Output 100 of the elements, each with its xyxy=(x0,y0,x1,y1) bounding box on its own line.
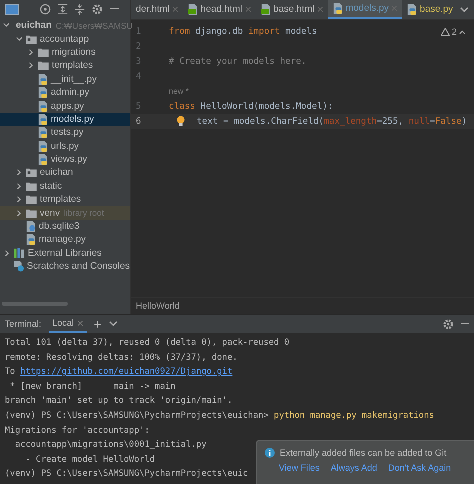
expand-all-icon[interactable] xyxy=(58,4,68,14)
lightbulb-icon[interactable] xyxy=(177,116,185,127)
folder-icon xyxy=(38,61,49,70)
path-hint: C:₩Users₩SAMSU xyxy=(56,20,133,31)
terminal-line: To https://github.com/euichan0927/Django.git xyxy=(5,366,233,380)
terminal-line: Migrations for 'accountapp': xyxy=(5,424,150,438)
panel-title: Terminal: xyxy=(5,319,42,329)
code-line: from django.db import models xyxy=(168,26,318,36)
close-icon[interactable] xyxy=(78,320,84,326)
folder-icon xyxy=(26,168,37,178)
code-line: text = models.CharField(max_length=255, null=False) xyxy=(196,116,468,126)
tree-item[interactable]: views.py xyxy=(0,152,130,166)
python-file-icon xyxy=(38,154,48,166)
terminal-line: branch 'main' set up to track 'origin/main'. xyxy=(5,395,233,408)
tree-item[interactable]: static xyxy=(0,180,130,194)
tree-item[interactable]: __init__.py xyxy=(0,72,130,86)
crosshair-icon[interactable] xyxy=(40,4,51,14)
tree-item-label: venv xyxy=(40,208,60,219)
editor-tab[interactable]: base.html xyxy=(256,0,328,19)
folder-icon xyxy=(26,34,37,44)
add-tab-button[interactable]: + xyxy=(94,316,102,332)
tree-item-label: euichan xyxy=(16,20,52,32)
code-line: class HelloWorld(models.Model): xyxy=(168,102,334,112)
terminal-line: - Create model HelloWorld xyxy=(24,454,156,467)
tree-item[interactable]: tests.py xyxy=(0,126,130,140)
tree-item[interactable]: admin.py xyxy=(0,86,130,100)
terminal-line: remote: Resolving deltas: 100% (37/37), done. xyxy=(5,352,238,365)
tree-item[interactable]: External Libraries xyxy=(0,246,130,260)
settings-icon[interactable] xyxy=(443,318,454,330)
project-icon[interactable] xyxy=(5,4,19,14)
tree-item-label: templates xyxy=(52,60,94,72)
python-file-icon xyxy=(38,127,48,138)
tree-item-label: External Libraries xyxy=(28,248,102,259)
settings-icon[interactable] xyxy=(92,4,103,14)
python-file-icon xyxy=(38,100,48,112)
tree-item[interactable]: migrations xyxy=(0,46,130,60)
warning-count[interactable]: 2 xyxy=(452,27,457,37)
tree-item[interactable]: templates xyxy=(0,193,130,206)
terminal-tab[interactable]: Local xyxy=(48,315,88,333)
tree-item-label: admin.py xyxy=(51,87,90,98)
libraries-icon xyxy=(14,248,25,258)
notification-link[interactable]: Always Add xyxy=(330,463,378,473)
html-file-icon xyxy=(188,4,198,15)
code-line: # Create your models here. xyxy=(168,56,307,66)
folder-icon xyxy=(26,208,37,218)
tree-item-label: models.py xyxy=(51,114,94,125)
line-number: 6 xyxy=(136,116,142,126)
folder-icon xyxy=(38,48,49,57)
html-file-icon xyxy=(260,4,271,15)
database-file-icon xyxy=(26,221,36,232)
tree-item-label: apps.py xyxy=(51,100,84,112)
tree-item[interactable]: urls.py xyxy=(0,140,130,153)
notification-link[interactable]: View Files xyxy=(279,463,320,473)
tree-item-label: accountapp xyxy=(40,34,90,45)
warning-icon[interactable] xyxy=(440,28,450,36)
notification-message: Externally added files can be added to Git xyxy=(280,448,447,458)
breadcrumb[interactable]: HelloWorld xyxy=(136,301,180,311)
tree-item-label: templates xyxy=(40,194,82,206)
tree-item-label: static xyxy=(40,180,62,192)
tree-item[interactable]: apps.py xyxy=(0,99,130,113)
tree-item-label: __init__.py xyxy=(51,74,97,85)
line-number: 2 xyxy=(136,42,142,52)
python-file-icon xyxy=(332,3,343,14)
collapse-all-icon[interactable] xyxy=(75,4,85,14)
scratches-icon xyxy=(14,261,24,272)
tree-item[interactable]: models.py xyxy=(0,112,130,126)
tree-item-label: Scratches and Consoles xyxy=(27,261,130,272)
python-file-icon xyxy=(26,234,36,246)
tree-item[interactable]: templates xyxy=(0,59,130,73)
terminal-line: * [new branch] main -> main xyxy=(9,380,176,394)
tree-item[interactable]: manage.py xyxy=(0,233,130,247)
python-file-icon xyxy=(38,74,48,85)
python-file-icon xyxy=(38,87,48,98)
chevron-up-icon[interactable] xyxy=(459,30,466,34)
tree-item[interactable]: euichan xyxy=(0,166,130,180)
chevron-icon[interactable] xyxy=(4,250,10,257)
inlay-hint: new * xyxy=(168,87,190,96)
terminal-line: (venv) PS C:\Users\SAMSUNG\PycharmProjects\euichan> python manage.py makemigrations xyxy=(5,410,434,423)
chevron-down-icon[interactable] xyxy=(460,6,469,12)
python-file-icon xyxy=(407,4,418,15)
editor-tab[interactable]: base.py xyxy=(402,0,458,19)
python-file-icon xyxy=(38,114,48,125)
tree-item[interactable]: accountapp xyxy=(0,32,130,46)
python-file-icon xyxy=(38,140,48,152)
editor-tab[interactable]: der.html xyxy=(131,0,183,19)
tree-item-label: migrations xyxy=(52,46,96,58)
chevron-down-icon[interactable] xyxy=(108,321,118,327)
tree-item-label: tests.py xyxy=(51,127,84,138)
editor-tab[interactable]: head.html xyxy=(182,0,256,19)
tree-item-label: views.py xyxy=(51,154,88,166)
tree-item[interactable]: euichan C:₩Users₩SAMSU xyxy=(0,19,130,32)
tree-item-label: euichan xyxy=(40,167,74,178)
minimize-icon[interactable] xyxy=(461,323,469,325)
tree-item-label: db.sqlite3 xyxy=(39,221,80,232)
terminal-line: Total 101 (delta 37), reused 0 (delta 0), pack-reused 0 xyxy=(5,337,290,350)
tree-item[interactable]: Scratches and Consoles xyxy=(0,260,130,274)
notification-link[interactable]: Don't Ask Again xyxy=(388,463,452,473)
tree-item-label: manage.py xyxy=(39,234,86,246)
minimize-icon[interactable] xyxy=(110,8,119,10)
tree-item[interactable]: db.sqlite3 xyxy=(0,220,130,234)
